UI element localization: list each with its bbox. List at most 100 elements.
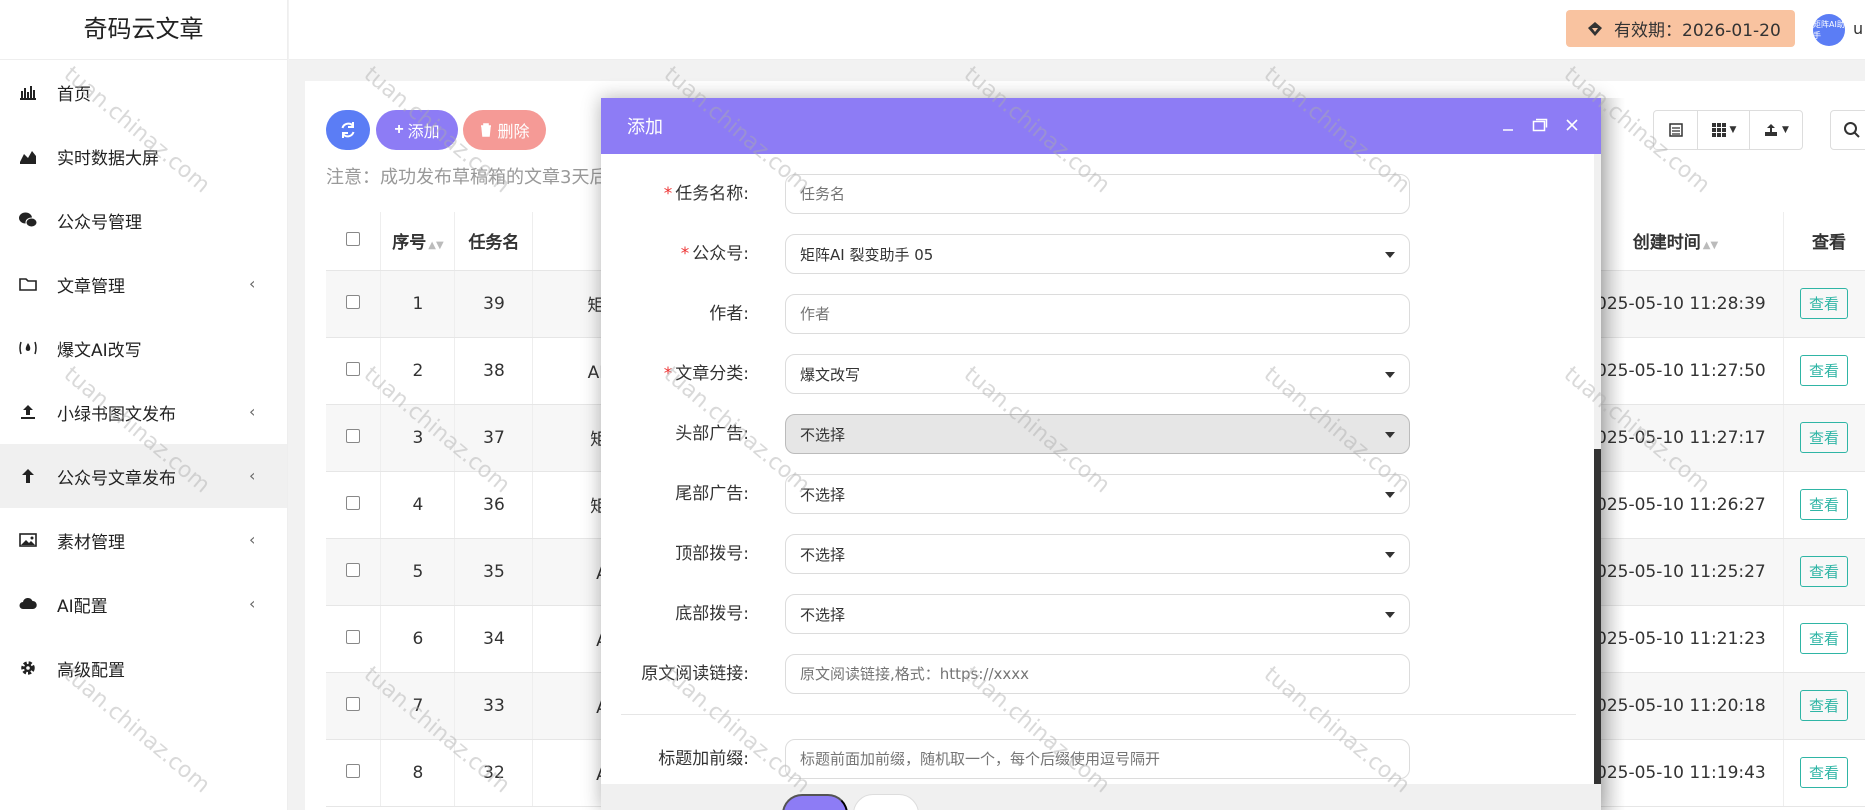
form-row-category: * 文章分类: 爆文改写: [601, 354, 1594, 394]
row-select-cell[interactable]: [326, 538, 382, 606]
view-button[interactable]: 查看: [1799, 623, 1848, 654]
cancel-button[interactable]: [853, 794, 919, 810]
delete-button[interactable]: 删除: [463, 110, 546, 150]
source-link-input[interactable]: [785, 654, 1410, 694]
table-tools: ▼ ▼: [1653, 110, 1803, 150]
scrollbar-thumb[interactable]: [1594, 449, 1601, 784]
sidebar-item-ai-rewrite[interactable]: 爆文AI改写: [0, 316, 287, 380]
refresh-button[interactable]: [326, 110, 370, 150]
view-button[interactable]: 查看: [1799, 422, 1848, 453]
view-cell: 查看: [1783, 270, 1865, 338]
column-header-view[interactable]: 查看: [1783, 212, 1865, 271]
task-cell: 37: [454, 404, 534, 472]
sidebar-item-label: 公众号管理: [57, 212, 142, 233]
caret-down-icon: ▼: [1782, 125, 1789, 135]
row-checkbox[interactable]: [346, 763, 361, 778]
sidebar-item-home[interactable]: 首页: [0, 60, 287, 124]
view-button[interactable]: 查看: [1799, 690, 1848, 721]
maximize-icon[interactable]: [1531, 116, 1549, 134]
user-name[interactable]: u: [1853, 19, 1863, 38]
view-button[interactable]: 查看: [1799, 556, 1848, 587]
refresh-icon: [341, 122, 355, 138]
sidebar-item-label: 高级配置: [57, 660, 125, 681]
sort-icon: ▲▼: [1702, 240, 1719, 252]
field-label: 原文阅读链接:: [641, 664, 749, 684]
select-all-checkbox[interactable]: [346, 231, 361, 246]
row-checkbox[interactable]: [346, 294, 361, 309]
sidebar-item-realtime-screen[interactable]: 实时数据大屏: [0, 124, 287, 188]
row-select-cell[interactable]: [326, 672, 382, 740]
column-header-seq[interactable]: 序号 ▲▼: [380, 212, 456, 271]
expire-badge[interactable]: 有效期：2026-01-20: [1566, 10, 1795, 47]
task-name-input[interactable]: [785, 174, 1410, 214]
row-select-cell[interactable]: [326, 471, 382, 539]
row-select-cell[interactable]: [326, 337, 382, 405]
close-icon[interactable]: [1563, 116, 1581, 134]
row-checkbox[interactable]: [346, 428, 361, 443]
task-cell: 33: [454, 672, 534, 740]
minimize-icon[interactable]: [1499, 116, 1517, 134]
sidebar-item-label: 爆文AI改写: [57, 340, 142, 361]
title-prefix-input[interactable]: [785, 739, 1410, 779]
form-row-header-ad: 头部广告: 不选择: [601, 414, 1594, 454]
footer-ad-select[interactable]: 不选择: [785, 474, 1410, 514]
dialog-title: 添加: [627, 117, 663, 138]
row-select-cell[interactable]: [326, 605, 382, 673]
column-header-label: 任务名: [468, 233, 520, 254]
column-header-label: 查看: [1811, 233, 1846, 254]
sidebar-item-articles[interactable]: 文章管理 ‹: [0, 252, 287, 316]
search-button[interactable]: [1830, 110, 1865, 150]
sidebar-item-ai-config[interactable]: AI配置 ‹: [0, 572, 287, 636]
row-checkbox[interactable]: [346, 361, 361, 376]
view-cell: 查看: [1783, 538, 1865, 606]
row-select-cell[interactable]: [326, 270, 382, 338]
row-checkbox[interactable]: [346, 629, 361, 644]
account-select[interactable]: 矩阵AI 裂变助手 05: [785, 234, 1410, 274]
row-checkbox[interactable]: [346, 495, 361, 510]
view-cell: 查看: [1783, 337, 1865, 405]
field-label: 尾部广告:: [675, 484, 749, 504]
field-label: 顶部拨号:: [675, 544, 749, 564]
sidebar-item-label: 小绿书图文发布: [57, 404, 176, 425]
sidebar-item-label: 文章管理: [57, 276, 125, 297]
sidebar-item-image-post[interactable]: 小绿书图文发布 ‹: [0, 380, 287, 444]
column-header-task[interactable]: 任务名: [454, 212, 534, 271]
dialog-header[interactable]: 添加: [601, 98, 1601, 154]
add-button[interactable]: + 添加: [376, 110, 458, 150]
row-checkbox[interactable]: [346, 696, 361, 711]
field-label: 标题加前缀:: [658, 749, 749, 769]
caret-down-icon: ▼: [1729, 125, 1737, 135]
row-checkbox[interactable]: [346, 562, 361, 577]
view-button[interactable]: 查看: [1799, 757, 1848, 788]
row-select-cell[interactable]: [326, 739, 382, 807]
top-dial-select[interactable]: 不选择: [785, 534, 1410, 574]
view-button[interactable]: 查看: [1799, 288, 1848, 319]
delete-button-label: 删除: [497, 124, 530, 141]
chevron-left-icon: [249, 146, 263, 166]
form-row-title-prefix: 标题加前缀:: [601, 739, 1594, 779]
category-select[interactable]: 爆文改写: [785, 354, 1410, 394]
avatar[interactable]: 矩阵AI助手: [1813, 14, 1845, 46]
sidebar-item-advanced-config[interactable]: 高级配置: [0, 636, 287, 700]
form-row-source-link: 原文阅读链接:: [601, 654, 1594, 694]
bottom-dial-select[interactable]: 不选择: [785, 594, 1410, 634]
header-ad-select[interactable]: 不选择: [785, 414, 1410, 454]
select-all-cell[interactable]: [326, 212, 382, 271]
column-toggle-button[interactable]: [1654, 111, 1698, 149]
grid-dropdown-button[interactable]: ▼: [1698, 111, 1750, 149]
sidebar-item-article-publish[interactable]: 公众号文章发布 ‹: [0, 444, 287, 508]
sidebar-item-label: AI配置: [57, 596, 108, 617]
view-button[interactable]: 查看: [1799, 489, 1848, 520]
row-select-cell[interactable]: [326, 404, 382, 472]
author-input[interactable]: [785, 294, 1410, 334]
dialog-scrollbar[interactable]: [1594, 154, 1601, 784]
view-cell: 查看: [1783, 672, 1865, 740]
view-button[interactable]: 查看: [1799, 355, 1848, 386]
sidebar-item-materials[interactable]: 素材管理 ‹: [0, 508, 287, 572]
column-header-label: 序号: [392, 233, 427, 254]
sidebar-item-official-accounts[interactable]: 公众号管理: [0, 188, 287, 252]
seq-cell: 4: [380, 471, 456, 539]
confirm-button[interactable]: [782, 794, 848, 810]
export-dropdown-button[interactable]: ▼: [1750, 111, 1802, 149]
form-row-footer-ad: 尾部广告: 不选择: [601, 474, 1594, 514]
